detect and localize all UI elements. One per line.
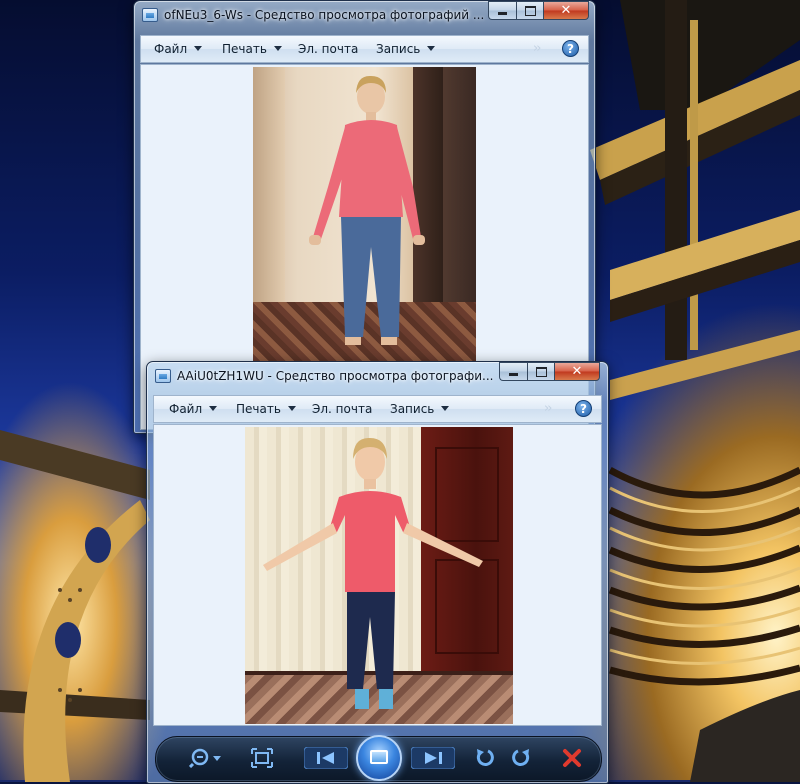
person-figure bbox=[263, 437, 483, 709]
zoom-button[interactable] bbox=[188, 747, 224, 769]
rotate-left-icon bbox=[476, 749, 494, 766]
menu-file[interactable]: Файл bbox=[169, 402, 218, 416]
minimize-button[interactable] bbox=[499, 362, 527, 381]
menu-bar: Файл Печать Эл. почта Запись ›› ? bbox=[153, 395, 602, 423]
menu-email[interactable]: Эл. почта bbox=[298, 42, 358, 56]
delete-icon bbox=[563, 749, 581, 767]
menu-print[interactable]: Печать bbox=[236, 402, 296, 416]
maximize-icon bbox=[524, 5, 536, 16]
next-button[interactable] bbox=[411, 747, 455, 769]
chevron-down-icon bbox=[287, 406, 296, 411]
menu-bar: Файл Печать Эл. почта Запись ›› ? bbox=[140, 35, 589, 63]
menu-file[interactable]: Файл bbox=[154, 42, 203, 56]
help-button[interactable]: ? bbox=[562, 40, 579, 57]
next-icon bbox=[411, 747, 455, 769]
previous-button[interactable] bbox=[304, 747, 348, 769]
close-icon: ✕ bbox=[560, 3, 572, 18]
close-icon: ✕ bbox=[571, 364, 583, 379]
close-button[interactable]: ✕ bbox=[543, 1, 589, 20]
fit-to-window-icon bbox=[251, 748, 273, 768]
chevron-down-icon bbox=[194, 46, 203, 51]
caption-buttons: ✕ bbox=[488, 1, 589, 20]
previous-icon bbox=[304, 747, 348, 769]
title-bar[interactable]: AAiU0tZH1WU - Средство просмотра фотогра… bbox=[147, 362, 608, 390]
close-button[interactable]: ✕ bbox=[554, 362, 600, 381]
title-bar[interactable]: ofNEu3_6-Ws - Средство просмотра фотогра… bbox=[134, 1, 595, 29]
maximize-button[interactable] bbox=[527, 362, 554, 381]
menu-email[interactable]: Эл. почта bbox=[312, 402, 372, 416]
slideshow-button[interactable] bbox=[356, 735, 402, 781]
rotate-right-icon bbox=[512, 749, 530, 766]
menu-burn[interactable]: Запись bbox=[376, 42, 436, 56]
image-view-area[interactable] bbox=[153, 424, 602, 726]
more-chevron-icon[interactable]: ›› bbox=[544, 401, 553, 416]
minimize-icon bbox=[498, 12, 507, 15]
menu-burn[interactable]: Запись bbox=[390, 402, 450, 416]
zoom-icon bbox=[189, 748, 221, 768]
person-figure bbox=[309, 75, 425, 345]
maximize-button[interactable] bbox=[516, 1, 543, 20]
rotate-right-button[interactable] bbox=[508, 747, 534, 769]
window-title: AAiU0tZH1WU - Средство просмотра фотогра… bbox=[177, 369, 494, 383]
menu-print[interactable]: Печать bbox=[222, 42, 282, 56]
minimize-icon bbox=[509, 373, 518, 376]
chevron-down-icon bbox=[441, 406, 450, 411]
slideshow-icon bbox=[370, 750, 388, 764]
rotate-left-button[interactable] bbox=[472, 747, 498, 769]
viewer-toolbar bbox=[155, 735, 602, 782]
photo-viewer-window-2[interactable]: AAiU0tZH1WU - Средство просмотра фотогра… bbox=[146, 361, 609, 784]
chevron-down-icon bbox=[427, 46, 436, 51]
maximize-icon bbox=[535, 366, 547, 377]
more-chevron-icon[interactable]: ›› bbox=[533, 41, 542, 56]
chevron-down-icon bbox=[209, 406, 218, 411]
photo-viewer-app-icon[interactable] bbox=[142, 8, 158, 22]
photo-viewer-app-icon[interactable] bbox=[155, 369, 171, 383]
minimize-button[interactable] bbox=[488, 1, 516, 20]
caption-buttons: ✕ bbox=[499, 362, 600, 381]
window-title: ofNEu3_6-Ws - Средство просмотра фотогра… bbox=[164, 8, 485, 22]
fit-to-window-button[interactable] bbox=[249, 747, 275, 769]
photo-woman-pink-shirt-standing bbox=[253, 67, 476, 361]
help-button[interactable]: ? bbox=[575, 400, 592, 417]
chevron-down-icon bbox=[273, 46, 282, 51]
delete-button[interactable] bbox=[559, 747, 585, 769]
photo-woman-arms-out bbox=[245, 427, 513, 724]
